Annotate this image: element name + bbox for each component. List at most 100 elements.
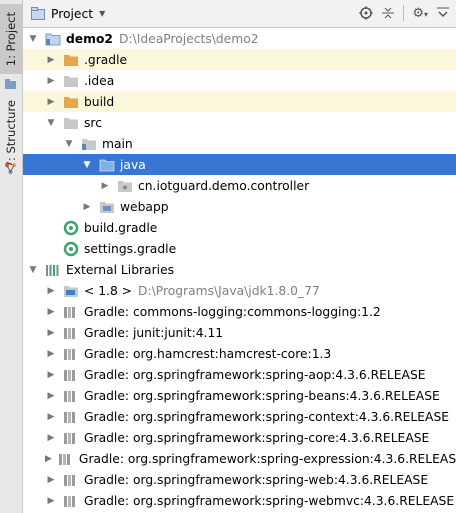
tree-node-label: main bbox=[102, 136, 133, 151]
project-panel-header: Project ▼ ⚙▾ bbox=[23, 0, 456, 28]
collapsed-arrow-icon[interactable]: ▶ bbox=[45, 55, 57, 65]
crosshair-icon[interactable] bbox=[359, 6, 374, 20]
library-icon bbox=[63, 388, 79, 404]
collapsed-arrow-icon[interactable]: ▶ bbox=[45, 349, 57, 359]
collapsed-arrow-icon[interactable]: ▶ bbox=[45, 370, 57, 380]
collapsed-arrow-icon[interactable]: ▶ bbox=[45, 97, 57, 107]
folder-icon bbox=[63, 115, 79, 131]
tree-node-package[interactable]: ▶ cn.iotguard.demo.controller bbox=[23, 175, 456, 196]
tree-node-external-libraries[interactable]: ▼ External Libraries bbox=[23, 259, 456, 280]
source-folder-icon bbox=[81, 136, 97, 152]
tree-node-jdk[interactable]: ▶ < 1.8 > D:\Programs\Java\jdk1.8.0_77 bbox=[23, 280, 456, 301]
library-icon bbox=[63, 325, 79, 341]
collapsed-arrow-icon[interactable]: ▶ bbox=[45, 475, 57, 485]
library-item[interactable]: ▶ Gradle: org.springframework:spring-web… bbox=[23, 490, 456, 511]
library-icon bbox=[63, 304, 79, 320]
library-label: Gradle: org.springframework:spring-webmv… bbox=[84, 493, 455, 508]
hide-icon[interactable] bbox=[436, 6, 450, 20]
library-label: Gradle: org.springframework:spring-beans… bbox=[84, 388, 440, 403]
project-tree: ▼ demo2 D:\IdeaProjects\demo2 ▶ .gradle … bbox=[23, 28, 456, 513]
tree-node-webapp-dir[interactable]: ▶ webapp bbox=[23, 196, 456, 217]
tree-node-gradle-dir[interactable]: ▶ .gradle bbox=[23, 49, 456, 70]
expanded-arrow-icon[interactable]: ▼ bbox=[81, 160, 93, 170]
tree-node-label: settings.gradle bbox=[84, 241, 177, 256]
collapse-icon[interactable] bbox=[381, 6, 395, 20]
libraries-icon bbox=[45, 262, 61, 278]
tool-window-strip: 1: Project 7: Structure bbox=[0, 0, 23, 513]
collapsed-arrow-icon[interactable]: ▶ bbox=[45, 307, 57, 317]
structure-tool-icon bbox=[5, 163, 16, 174]
collapsed-arrow-icon[interactable]: ▶ bbox=[45, 391, 57, 401]
library-item[interactable]: ▶ Gradle: org.springframework:spring-bea… bbox=[23, 385, 456, 406]
folder-icon bbox=[63, 73, 79, 89]
library-item[interactable]: ▶ Gradle: junit:junit:4.11 bbox=[23, 322, 456, 343]
gradle-file-icon bbox=[63, 220, 79, 236]
expanded-arrow-icon[interactable]: ▼ bbox=[27, 34, 39, 44]
tree-node-settings-gradle[interactable]: settings.gradle bbox=[23, 238, 456, 259]
library-icon bbox=[63, 493, 79, 509]
module-folder-icon bbox=[45, 31, 61, 47]
library-label: Gradle: org.springframework:spring-conte… bbox=[84, 409, 450, 424]
tree-node-main-dir[interactable]: ▼ main bbox=[23, 133, 456, 154]
web-folder-icon bbox=[99, 199, 115, 215]
library-icon bbox=[63, 430, 79, 446]
tree-node-label: src bbox=[84, 115, 102, 130]
library-item[interactable]: ▶ Gradle: org.springframework:spring-exp… bbox=[23, 448, 456, 469]
library-label: Gradle: org.hamcrest:hamcrest-core:1.3 bbox=[84, 346, 332, 361]
tree-node-src-dir[interactable]: ▼ src bbox=[23, 112, 456, 133]
tree-node-build-gradle[interactable]: build.gradle bbox=[23, 217, 456, 238]
tree-node-label: demo2 bbox=[66, 31, 113, 46]
tree-node-label: < 1.8 > bbox=[84, 283, 132, 298]
library-item[interactable]: ▶ Gradle: org.springframework:spring-web… bbox=[23, 469, 456, 490]
tree-node-label: build bbox=[84, 94, 115, 109]
library-item[interactable]: ▶ Gradle: org.springframework:spring-cor… bbox=[23, 427, 456, 448]
gradle-file-icon bbox=[63, 241, 79, 257]
tree-node-label: External Libraries bbox=[66, 262, 175, 277]
collapsed-arrow-icon[interactable]: ▶ bbox=[45, 76, 57, 86]
package-icon bbox=[117, 178, 133, 194]
collapsed-arrow-icon[interactable]: ▶ bbox=[45, 496, 57, 506]
expanded-arrow-icon[interactable]: ▼ bbox=[45, 118, 57, 128]
collapsed-arrow-icon[interactable]: ▶ bbox=[45, 454, 52, 464]
library-item[interactable]: ▶ Gradle: org.springframework:spring-con… bbox=[23, 406, 456, 427]
project-icon bbox=[31, 7, 45, 20]
tree-node-path: D:\IdeaProjects\demo2 bbox=[118, 31, 259, 46]
library-icon bbox=[63, 409, 79, 425]
tree-node-path: D:\Programs\Java\jdk1.8.0_77 bbox=[137, 283, 320, 298]
tree-node-label: webapp bbox=[120, 199, 169, 214]
collapsed-arrow-icon[interactable]: ▶ bbox=[45, 328, 57, 338]
library-label: Gradle: junit:junit:4.11 bbox=[84, 325, 224, 340]
library-icon bbox=[63, 472, 79, 488]
tree-node-idea-dir[interactable]: ▶ .idea bbox=[23, 70, 456, 91]
project-tool-icon bbox=[5, 79, 16, 89]
library-icon bbox=[58, 451, 74, 467]
library-label: Gradle: org.springframework:spring-web:4… bbox=[84, 472, 429, 487]
library-label: Gradle: org.springframework:spring-aop:4… bbox=[84, 367, 426, 382]
structure-tool-tab-label: 7: Structure bbox=[4, 99, 18, 169]
tree-node-label: java bbox=[120, 157, 146, 172]
project-tool-tab[interactable]: 1: Project bbox=[0, 4, 22, 74]
view-selector[interactable]: Project bbox=[51, 7, 93, 21]
project-tool-tab-label: 1: Project bbox=[4, 11, 18, 67]
tree-node-demo2[interactable]: ▼ demo2 D:\IdeaProjects\demo2 bbox=[23, 28, 456, 49]
tree-node-java-dir[interactable]: ▼ java bbox=[23, 154, 456, 175]
folder-icon bbox=[63, 52, 79, 68]
collapsed-arrow-icon[interactable]: ▶ bbox=[45, 412, 57, 422]
jdk-icon bbox=[63, 283, 79, 299]
library-item[interactable]: ▶ Gradle: commons-logging:commons-loggin… bbox=[23, 301, 456, 322]
chevron-down-icon[interactable]: ▼ bbox=[99, 9, 105, 18]
header-separator bbox=[403, 5, 405, 21]
collapsed-arrow-icon[interactable]: ▶ bbox=[81, 202, 93, 212]
library-item[interactable]: ▶ Gradle: org.hamcrest:hamcrest-core:1.3 bbox=[23, 343, 456, 364]
expanded-arrow-icon[interactable]: ▼ bbox=[63, 139, 75, 149]
collapsed-arrow-icon[interactable]: ▶ bbox=[45, 433, 57, 443]
gear-icon[interactable]: ⚙▾ bbox=[412, 6, 428, 21]
expanded-arrow-icon[interactable]: ▼ bbox=[27, 265, 39, 275]
library-label: Gradle: org.springframework:spring-expre… bbox=[78, 451, 456, 466]
tree-node-label: build.gradle bbox=[84, 220, 158, 235]
collapsed-arrow-icon[interactable]: ▶ bbox=[99, 181, 111, 191]
tree-node-build-dir[interactable]: ▶ build bbox=[23, 91, 456, 112]
library-item[interactable]: ▶ Gradle: org.springframework:spring-aop… bbox=[23, 364, 456, 385]
collapsed-arrow-icon[interactable]: ▶ bbox=[45, 286, 57, 296]
library-icon bbox=[63, 367, 79, 383]
